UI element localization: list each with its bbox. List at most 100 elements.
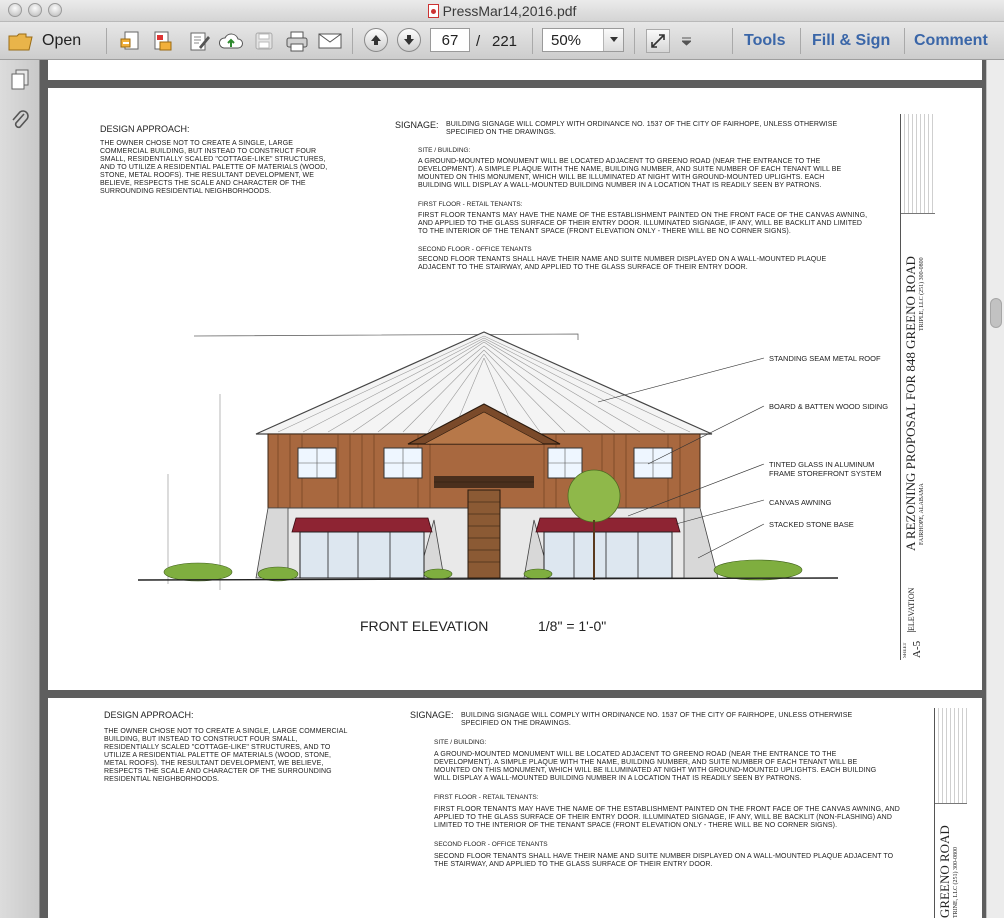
paperclip-icon [12,110,29,129]
fill-sign-button[interactable]: Fill & Sign [812,30,890,52]
toolbar-divider [352,28,353,54]
site-building-heading: SITE / BUILDING: [418,147,471,154]
first-floor-text: FIRST FLOOR TENANTS MAY HAVE THE NAME OF… [418,212,868,235]
chevron-down-icon [609,37,618,42]
toolbar-divider [904,28,905,54]
site-building-heading: SITE / BUILDING: [434,739,487,746]
sheet-name: ELEVATION [907,587,916,632]
toolbar-divider [800,28,801,54]
create-pdf-button[interactable] [118,30,144,52]
scrollbar-thumb[interactable] [990,298,1002,328]
email-button[interactable] [316,30,344,52]
print-button[interactable] [284,30,310,52]
cloud-upload-icon [219,33,243,49]
site-building-text: A GROUND-MOUNTED MONUMENT WILL BE LOCATE… [434,751,877,782]
signage-text: BUILDING SIGNAGE WILL COMPLY WITH ORDINA… [461,712,853,727]
signage-heading: SIGNAGE: [410,710,454,720]
navigation-pane [0,60,40,918]
folder-icon [8,33,33,51]
open-button[interactable]: Open [8,28,81,54]
project-location: FAIRHOPE, ALABAMA [919,483,925,545]
page-separator-text: / [476,32,481,50]
comment-button[interactable]: Comment [914,30,988,52]
toolbar-divider [634,28,635,54]
tree [567,469,621,523]
revision-block [901,114,935,214]
combine-files-button[interactable] [150,30,176,52]
sheet-number: A-5 [911,640,923,658]
canvas-awning-left [291,517,433,533]
page-thumbnails-icon [11,69,29,90]
sheet-label: SHEET [903,642,908,658]
previous-page-button[interactable] [364,28,388,52]
design-approach-text: THE OWNER CHOSE NOT TO CREATE A SINGLE, … [104,728,348,783]
callout-roof: STANDING SEAM METAL ROOF [769,354,881,363]
page-total: 221 [492,31,517,51]
site-building-text: A GROUND-MOUNTED MONUMENT WILL BE LOCATE… [418,158,842,189]
callout-stone-base: STACKED STONE BASE [769,520,854,529]
second-floor-text: SECOND FLOOR TENANTS SHALL HAVE THEIR NA… [434,853,894,868]
arrow-up-icon [371,35,381,45]
second-floor-heading: SECOND FLOOR - OFFICE TENANTS [418,246,532,253]
title-block: A REZONING PROPOSAL FOR 848 GREENO ROAD … [900,114,935,660]
pdf-page-previous [48,60,982,80]
zoom-dropdown-button[interactable] [603,29,623,51]
arrow-down-icon [404,35,414,45]
page-number-input[interactable]: 67 [430,28,470,52]
first-floor-heading: FIRST FLOOR - RETAIL TENANTS: [434,794,539,801]
pdf-file-icon [427,4,439,18]
signage-text: BUILDING SIGNAGE WILL COMPLY WITH ORDINA… [446,121,838,136]
chevron-down-icon [681,37,691,46]
page-total-text: 221 [492,32,518,50]
design-approach-heading: DESIGN APPROACH: [104,710,194,720]
open-label: Open [42,32,82,49]
full-screen-button[interactable] [646,29,670,53]
stairway [467,489,501,579]
drawing-scale: 1/8" = 1'-0" [538,618,607,634]
callout-awning: CANVAS AWNING [769,498,832,507]
combine-files-icon [154,31,172,51]
canvas-awning-right [535,517,681,533]
title-block: GREENO ROAD TRINE, LLC (251) 300-0800 [934,708,967,918]
edit-pencil-icon [190,32,210,51]
first-floor-heading: FIRST FLOOR - RETAIL TENANTS: [418,201,523,208]
company-info: TRIPLE, LLC (251) 300-0800 [919,257,925,331]
title-bar: PressMar14,2016.pdf [0,0,1004,22]
zoom-select[interactable]: 50% [542,28,624,52]
company-info: TRINE, LLC (251) 300-0800 [953,847,959,918]
toolbar-divider [732,28,733,54]
window-title: PressMar14,2016.pdf [0,3,1004,19]
next-page-button[interactable] [397,28,421,52]
rear-roof-outline [193,333,579,340]
save-button[interactable] [252,30,276,52]
expand-arrows-icon [651,34,665,48]
second-floor-text: SECOND FLOOR TENANTS SHALL HAVE THEIR NA… [418,256,827,271]
create-pdf-icon [120,31,139,50]
second-floor-heading: SECOND FLOOR - OFFICE TENANTS [434,841,548,848]
upload-button[interactable] [218,30,244,52]
printer-icon [286,31,308,52]
page-separator: / [476,31,480,51]
toolbar-divider [106,28,107,54]
envelope-icon [318,33,342,49]
project-title: GREENO ROAD [937,825,952,918]
project-title: A REZONING PROPOSAL FOR 848 GREENO ROAD [903,256,918,552]
callout-storefront: TINTED GLASS IN ALUMINUM FRAME STOREFRON… [769,460,882,478]
edit-pdf-button[interactable] [186,30,212,52]
page-number-value: 67 [441,31,459,49]
page-thumbnails-button[interactable] [6,66,34,94]
toolbar-divider [532,28,533,54]
attachments-button[interactable] [6,106,34,134]
vertical-scrollbar[interactable] [986,60,1004,918]
save-disk-icon [255,32,273,50]
tools-button[interactable]: Tools [744,30,785,52]
design-approach-text: THE OWNER CHOSE NOT TO CREATE A SINGLE, … [100,140,328,195]
pdf-page-current: DESIGN APPROACH: THE OWNER CHOSE NOT TO … [48,88,982,690]
first-floor-text: FIRST FLOOR TENANTS MAY HAVE THE NAME OF… [434,806,900,829]
pdf-page-next: DESIGN APPROACH: THE OWNER CHOSE NOT TO … [48,698,982,918]
revision-block [935,708,967,804]
signage-heading: SIGNAGE: [395,120,439,130]
toolbar: Open 67 / 221 50% Tools Fill & Sign Comm… [0,22,1004,60]
toolbar-overflow-button[interactable] [680,34,692,48]
callout-siding: BOARD & BATTEN WOOD SIDING [769,402,889,411]
